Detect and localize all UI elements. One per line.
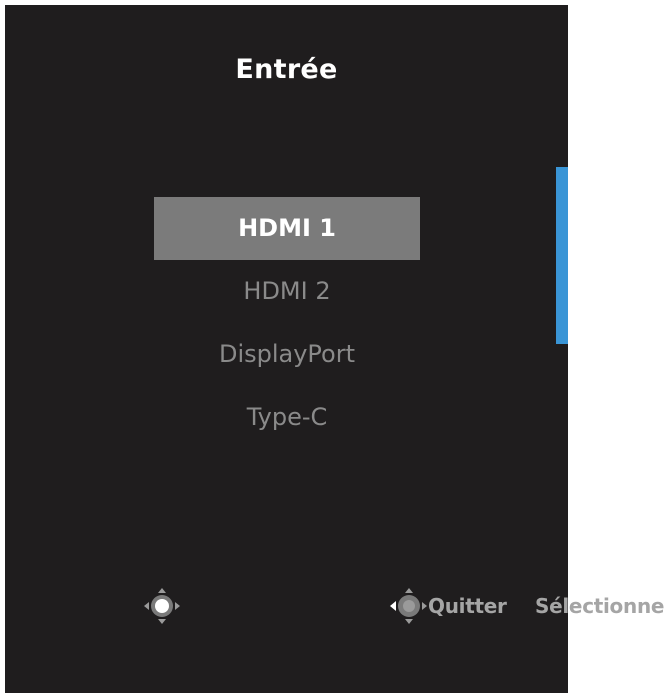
input-source-list: HDMI 1 HDMI 2 DisplayPort Type-C (154, 197, 420, 449)
quit-label: Quitter (428, 594, 507, 618)
menu-title: Entrée (235, 54, 338, 85)
menu-scroll-indicator[interactable] (556, 167, 568, 344)
input-option-hdmi1[interactable]: HDMI 1 (154, 197, 420, 260)
joystick-left-icon (390, 588, 427, 624)
input-option-displayport[interactable]: DisplayPort (154, 323, 420, 386)
input-option-type-c[interactable]: Type-C (154, 386, 420, 449)
select-label: Sélectionner (535, 594, 665, 618)
input-option-hdmi2[interactable]: HDMI 2 (154, 260, 420, 323)
joystick-press-icon (144, 588, 180, 624)
